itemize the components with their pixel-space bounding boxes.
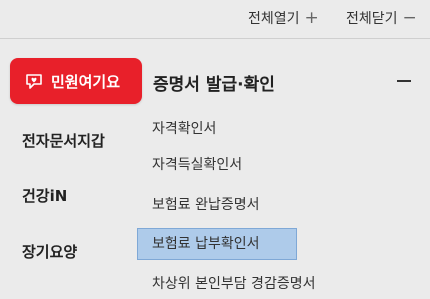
- minus-icon: −: [402, 7, 417, 28]
- top-bar: 전체열기 + 전체닫기 −: [0, 0, 430, 34]
- plus-icon: +: [304, 7, 319, 28]
- menu-item-premium-payment-completion[interactable]: 보험료 완납증명서: [152, 194, 260, 214]
- menu-item-premium-payment-confirmation[interactable]: 보험료 납부확인서: [152, 233, 260, 253]
- menu-page: 전체열기 + 전체닫기 − 민원여기요 전자문서지갑 건강iN 장기요양 증명서…: [0, 0, 430, 299]
- panel-title: 증명서 발급·확인: [153, 75, 275, 95]
- submenu-panel: 증명서 발급·확인 자격확인서 자격득실확인서 보험료 완납증명서 보험료 납부…: [135, 48, 430, 299]
- sidebar-item-civil-service[interactable]: 민원여기요: [10, 58, 142, 104]
- menu-item-near-poverty-reduction[interactable]: 차상위 본인부담 경감증명서: [152, 273, 315, 293]
- heart-chat-icon: [26, 74, 42, 89]
- expand-all-button[interactable]: 전체열기 +: [248, 7, 319, 29]
- collapse-all-label: 전체닫기: [346, 11, 398, 27]
- sidebar: 민원여기요 전자문서지갑 건강iN 장기요양: [0, 48, 142, 299]
- sidebar-item-e-document-wallet[interactable]: 전자문서지갑: [22, 130, 105, 151]
- sidebar-active-label: 민원여기요: [51, 72, 121, 91]
- collapse-all-button[interactable]: 전체닫기 −: [346, 7, 417, 29]
- sidebar-item-long-term-care[interactable]: 장기요양: [22, 241, 77, 262]
- expand-all-label: 전체열기: [248, 11, 300, 27]
- menu-item-qualification-history[interactable]: 자격득실확인서: [152, 154, 242, 174]
- menu-item-qualification-certificate[interactable]: 자격확인서: [152, 118, 216, 138]
- sidebar-item-health-in[interactable]: 건강iN: [22, 185, 67, 206]
- divider: [0, 38, 430, 39]
- collapse-section-icon[interactable]: [397, 80, 411, 82]
